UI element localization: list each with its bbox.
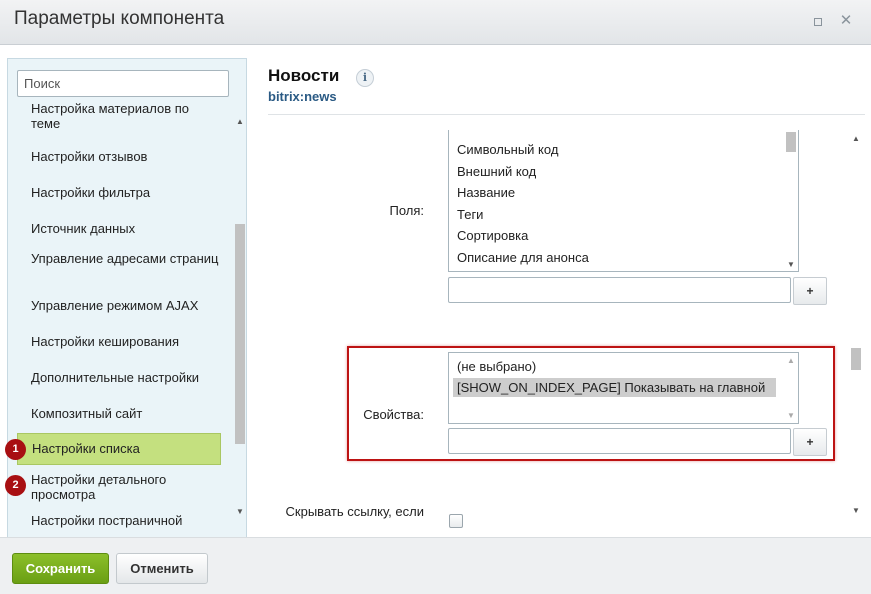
properties-listbox[interactable]: (не выбрано) [SHOW_ON_INDEX_PAGE] Показы…	[448, 352, 799, 424]
dialog-title: Параметры компонента	[14, 8, 225, 29]
scroll-up-icon[interactable]: ▲	[236, 117, 244, 126]
properties-add-button[interactable]: +	[793, 428, 827, 456]
sidebar-item-datasource[interactable]: Источник данных	[31, 221, 221, 236]
sidebar-item-detail-settings[interactable]: Настройки детального просмотра	[31, 472, 221, 502]
step-badge-1: 1	[5, 439, 26, 460]
sidebar-item-pagination[interactable]: Настройки постраничной	[31, 513, 221, 528]
sidebar-item-additional[interactable]: Дополнительные настройки	[31, 370, 221, 385]
sidebar-item-cache[interactable]: Настройки кеширования	[31, 334, 221, 349]
component-title: Новости	[268, 66, 340, 85]
sidebar-item-ajax[interactable]: Управление режимом AJAX	[31, 298, 221, 313]
scroll-down-icon[interactable]: ▼	[852, 506, 860, 515]
dialog-footer: Сохранить Отменить	[0, 537, 871, 594]
properties-custom-input[interactable]	[448, 428, 791, 454]
properties-option[interactable]: (не выбрано)	[457, 359, 536, 374]
fields-option[interactable]: Теги	[457, 207, 483, 222]
scroll-down-icon[interactable]: ▼	[787, 411, 795, 420]
cancel-button[interactable]: Отменить	[116, 553, 208, 584]
dialog-titlebar: Параметры компонента ✕	[0, 0, 871, 45]
save-button[interactable]: Сохранить	[12, 553, 109, 584]
hide-link-label: Скрывать ссылку, если	[285, 504, 424, 519]
properties-option-selected[interactable]: [SHOW_ON_INDEX_PAGE] Показывать на главн…	[453, 378, 776, 397]
fields-option[interactable]: Сортировка	[457, 228, 528, 243]
fields-label: Поля:	[389, 203, 424, 218]
fields-scroll-thumb[interactable]	[786, 132, 796, 152]
properties-label: Свойства:	[363, 407, 424, 422]
sidebar-item-composite[interactable]: Композитный сайт	[31, 406, 221, 421]
fields-scrollbar[interactable]: ▼	[784, 130, 798, 271]
fields-option[interactable]: ID	[457, 130, 470, 133]
maximize-icon[interactable]	[809, 12, 827, 30]
sidebar-scroll-thumb[interactable]	[235, 224, 245, 444]
scroll-up-icon[interactable]: ▲	[852, 134, 860, 143]
scroll-up-icon[interactable]: ▲	[787, 356, 795, 365]
fields-option[interactable]: Описание для анонса	[457, 250, 589, 265]
sidebar-item-related[interactable]: Настройка материалов по теме	[31, 101, 221, 131]
sidebar-item-filter[interactable]: Настройки фильтра	[31, 185, 221, 200]
sidebar-scrollbar[interactable]: ▲ ▼	[233, 59, 246, 567]
scroll-down-icon[interactable]: ▼	[787, 260, 795, 269]
fields-add-button[interactable]: +	[793, 277, 827, 305]
hide-link-checkbox[interactable]	[449, 514, 463, 528]
scroll-down-icon[interactable]: ▼	[236, 507, 244, 516]
fields-option[interactable]: Внешний код	[457, 164, 536, 179]
info-icon[interactable]: i	[356, 69, 374, 87]
fields-option[interactable]: Символьный код	[457, 142, 558, 157]
sidebar: Настройка материалов по теме Настройки о…	[7, 58, 247, 568]
sidebar-item-list-settings[interactable]: Настройки списка	[17, 433, 221, 465]
sidebar-item-reviews[interactable]: Настройки отзывов	[31, 149, 221, 164]
fields-option[interactable]: Название	[457, 185, 515, 200]
close-icon[interactable]: ✕	[837, 12, 855, 30]
component-code: bitrix:news	[268, 89, 337, 104]
fields-listbox[interactable]: ID Символьный код Внешний код Название Т…	[448, 130, 799, 272]
search-input[interactable]	[17, 70, 229, 97]
sidebar-item-urls[interactable]: Управление адресами страниц	[31, 251, 221, 266]
main-scrollbar[interactable]: ▲ ▼	[848, 130, 864, 520]
fields-custom-input[interactable]	[448, 277, 791, 303]
sidebar-frame: Настройка материалов по теме Настройки о…	[0, 46, 258, 568]
step-badge-2: 2	[5, 475, 26, 496]
main-scroll-thumb[interactable]	[851, 348, 861, 370]
header-divider	[268, 114, 865, 115]
properties-scrollbar[interactable]: ▲ ▼	[784, 353, 798, 423]
